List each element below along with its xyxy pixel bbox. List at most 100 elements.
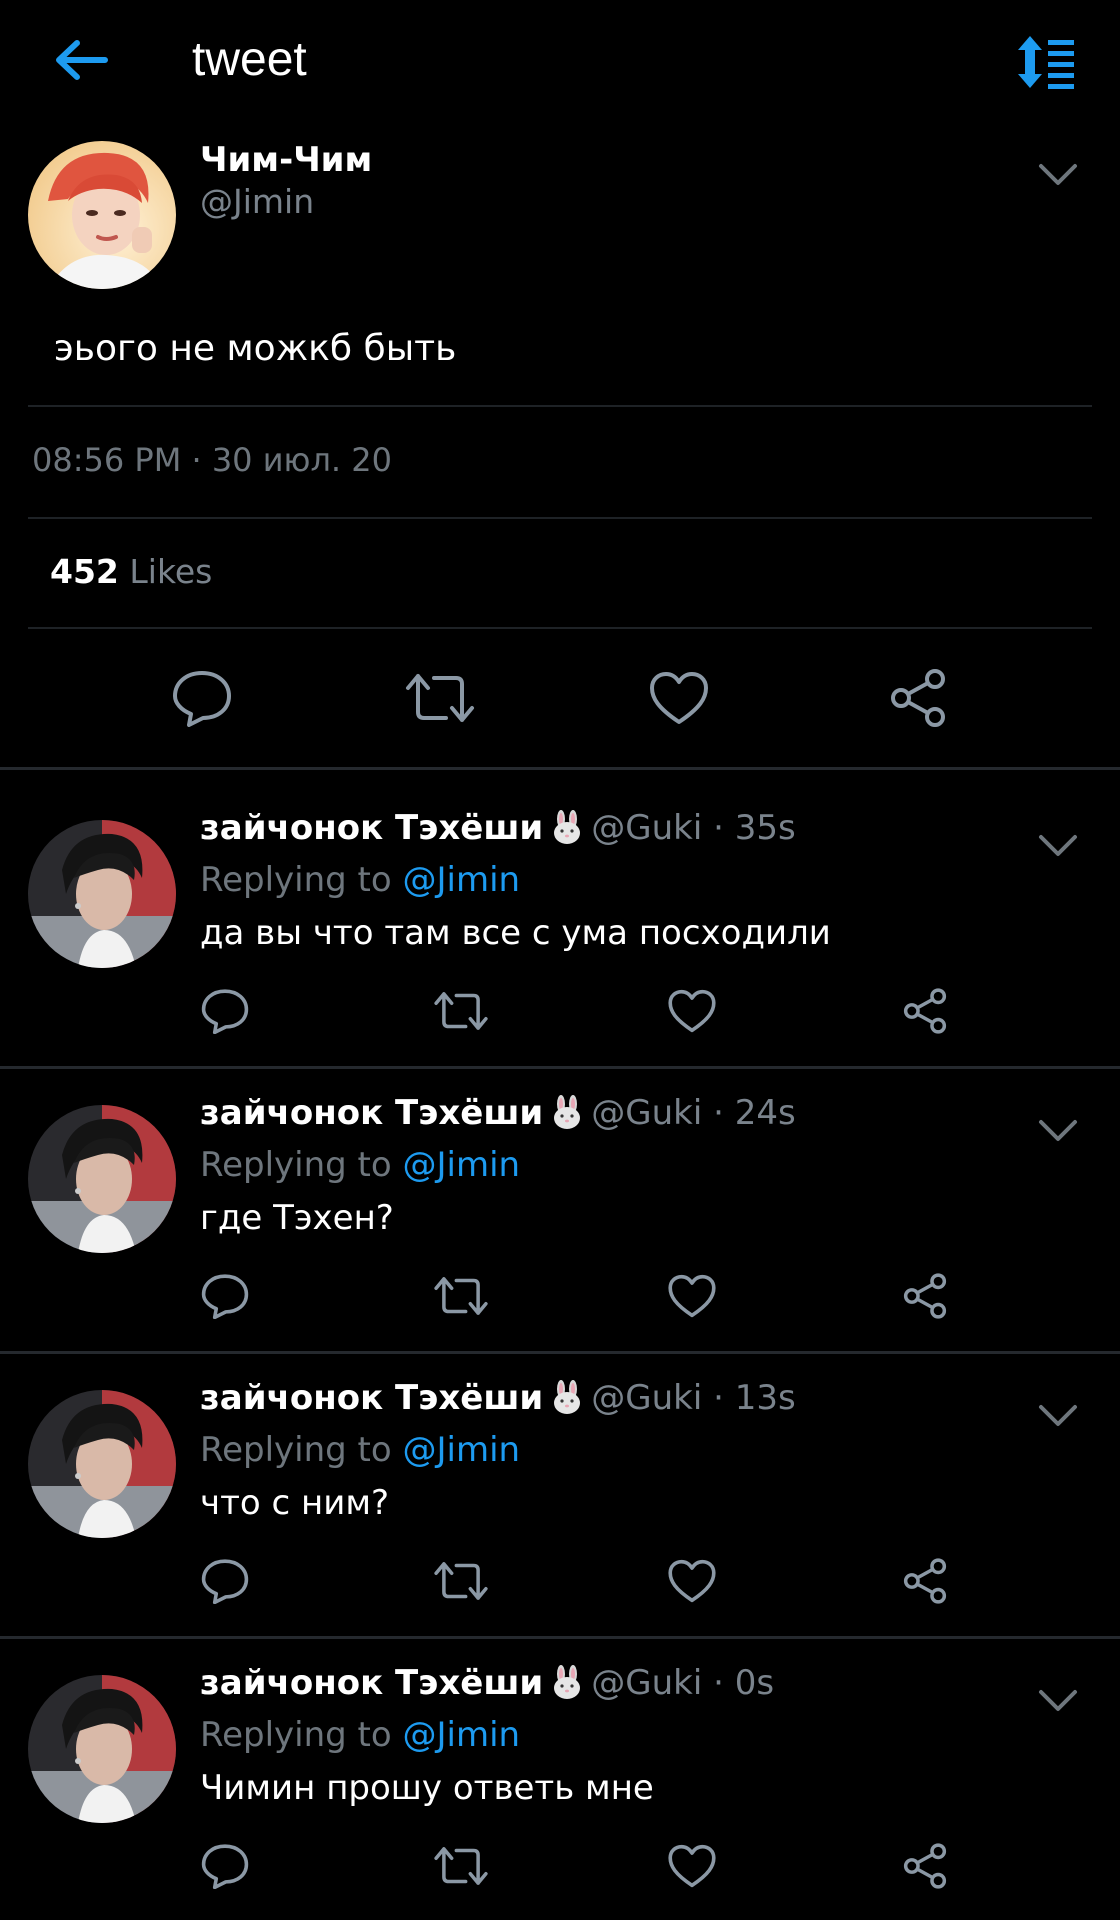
heart-icon (650, 672, 708, 724)
chevron-down-icon (1039, 164, 1077, 185)
replying-label: Replying to (200, 1145, 392, 1185)
reply-menu-button[interactable] (1028, 826, 1088, 866)
retweet-icon (434, 1847, 488, 1885)
reply-tweet[interactable]: зайчонок Тэхёши @Guki · 24s Replying to @… (0, 1073, 1120, 1355)
mention-link[interactable]: @Jimin (403, 1145, 521, 1185)
reply-text: да вы что там все с ума посходили (200, 913, 831, 953)
reply-text: Чимин прошу ответь мне (200, 1768, 654, 1808)
reply-time: · 24s (713, 1093, 796, 1133)
sort-list-icon (1018, 36, 1074, 89)
reply-avatar[interactable] (28, 1105, 176, 1253)
meta-separator: · (191, 441, 202, 479)
sort-button[interactable] (1014, 32, 1078, 92)
chevron-down-icon (1039, 1405, 1077, 1426)
retweet-button[interactable] (432, 1554, 490, 1608)
mention-link[interactable]: @Jimin (403, 1715, 521, 1755)
comment-icon (201, 989, 249, 1034)
share-icon (903, 1273, 947, 1319)
replying-to: Replying to @Jimin (200, 1428, 520, 1472)
reply-author-name[interactable]: зайчонок Тэхёши (200, 1093, 543, 1133)
reply-author-handle[interactable]: @Guki (591, 1378, 702, 1418)
reply-button[interactable] (198, 1269, 252, 1323)
heart-icon (668, 1274, 716, 1318)
retweet-button[interactable] (403, 664, 477, 732)
chevron-down-icon (1039, 1690, 1077, 1711)
mention-link[interactable]: @Jimin (403, 860, 521, 900)
reply-text: что с ним? (200, 1483, 390, 1523)
reply-header: зайчонок Тэхёши @Guki · 0s (200, 1661, 774, 1711)
retweet-button[interactable] (432, 1839, 490, 1893)
replying-label: Replying to (200, 1715, 392, 1755)
reply-tweet[interactable]: зайчонок Тэхёши @Guki · 35s Replying to @… (0, 788, 1120, 1070)
reply-tweet[interactable]: зайчонок Тэхёши @Guki · 13s Replying to @… (0, 1358, 1120, 1640)
section-divider (0, 767, 1120, 770)
retweet-button[interactable] (432, 984, 490, 1038)
reply-author-handle[interactable]: @Guki (591, 808, 702, 848)
like-button[interactable] (665, 1554, 719, 1608)
like-button[interactable] (665, 984, 719, 1038)
reply-menu-button[interactable] (1028, 1681, 1088, 1721)
retweet-button[interactable] (432, 1269, 490, 1323)
retweet-icon (434, 992, 488, 1030)
reply-avatar[interactable] (28, 1390, 176, 1538)
replying-to: Replying to @Jimin (200, 1143, 520, 1187)
share-button[interactable] (884, 664, 952, 732)
author-handle[interactable]: @Jimin (200, 182, 314, 222)
divider (28, 517, 1092, 519)
share-icon (891, 669, 945, 727)
rabbit-face-icon (549, 1094, 585, 1141)
top-bar: tweet (0, 0, 1120, 120)
reply-author-name[interactable]: зайчонок Тэхёши (200, 808, 543, 848)
reply-tweet[interactable]: зайчонок Тэхёши @Guki · 0s Replying to @J… (0, 1643, 1120, 1920)
likes-label: Likes (129, 552, 213, 591)
reply-button[interactable] (168, 664, 236, 732)
tweet-menu-button[interactable] (1028, 155, 1088, 195)
avatar-image (28, 820, 176, 968)
avatar-image (28, 141, 176, 289)
reply-button[interactable] (198, 1554, 252, 1608)
share-button[interactable] (898, 984, 952, 1038)
avatar-image (28, 1390, 176, 1538)
reply-menu-button[interactable] (1028, 1111, 1088, 1151)
author-name[interactable]: Чим-Чим (200, 140, 372, 180)
comment-icon (201, 1559, 249, 1604)
retweet-icon (406, 674, 474, 722)
page-title: tweet (192, 33, 307, 86)
rabbit-face-icon (549, 1664, 585, 1711)
reply-time: · 35s (713, 808, 796, 848)
avatar-image (28, 1105, 176, 1253)
replying-label: Replying to (200, 860, 392, 900)
likes-summary[interactable]: 452 Likes (50, 552, 212, 592)
share-icon (903, 988, 947, 1034)
reply-author-name[interactable]: зайчонок Тэхёши (200, 1378, 543, 1418)
like-button[interactable] (665, 1839, 719, 1893)
mention-link[interactable]: @Jimin (403, 1430, 521, 1470)
reply-header: зайчонок Тэхёши @Guki · 24s (200, 1091, 796, 1141)
share-button[interactable] (898, 1269, 952, 1323)
replying-to: Replying to @Jimin (200, 1713, 520, 1757)
like-button[interactable] (665, 1269, 719, 1323)
reply-author-handle[interactable]: @Guki (591, 1663, 702, 1703)
reply-avatar[interactable] (28, 820, 176, 968)
reply-author-name[interactable]: зайчонок Тэхёши (200, 1663, 543, 1703)
share-button[interactable] (898, 1554, 952, 1608)
reply-author-handle[interactable]: @Guki (591, 1093, 702, 1133)
share-button[interactable] (898, 1839, 952, 1893)
heart-icon (668, 989, 716, 1033)
share-icon (903, 1558, 947, 1604)
like-button[interactable] (645, 664, 713, 732)
chevron-down-icon (1039, 835, 1077, 856)
comment-icon (173, 671, 231, 727)
author-avatar[interactable] (28, 141, 176, 289)
reply-menu-button[interactable] (1028, 1396, 1088, 1436)
reply-avatar[interactable] (28, 1675, 176, 1823)
replying-to: Replying to @Jimin (200, 858, 520, 902)
rabbit-face-icon (549, 1379, 585, 1426)
reply-button[interactable] (198, 984, 252, 1038)
reply-header: зайчонок Тэхёши @Guki · 13s (200, 1376, 796, 1426)
back-button[interactable] (46, 30, 116, 90)
tweet-time: 08:56 PM (32, 441, 182, 479)
divider (28, 405, 1092, 407)
reply-divider (0, 1636, 1120, 1639)
reply-button[interactable] (198, 1839, 252, 1893)
